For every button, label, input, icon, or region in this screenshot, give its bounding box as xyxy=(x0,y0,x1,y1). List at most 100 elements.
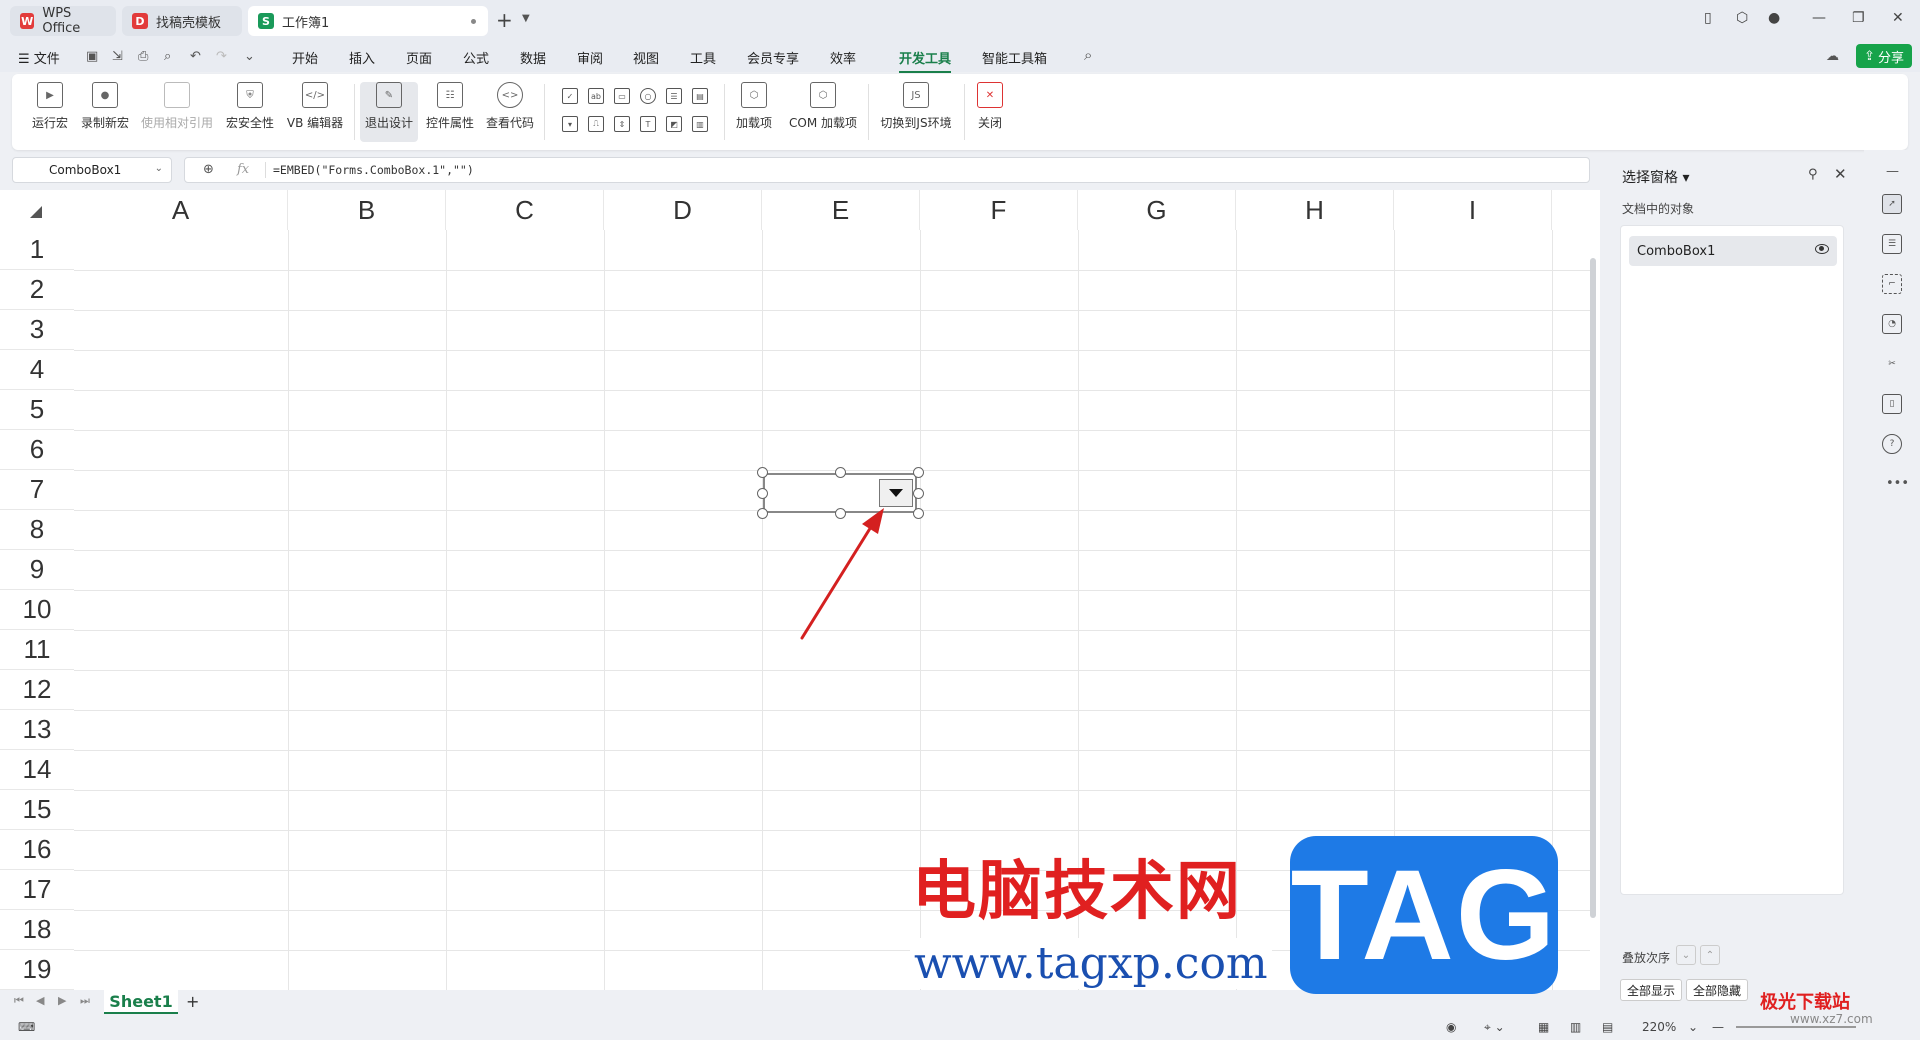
avatar[interactable]: ● xyxy=(1768,10,1780,26)
menu-efficiency[interactable]: 效率 xyxy=(830,48,856,67)
row-header[interactable]: 2 xyxy=(0,270,74,310)
resize-handle[interactable] xyxy=(913,508,924,519)
vertical-scrollbar[interactable] xyxy=(1588,240,1598,980)
menu-member[interactable]: 会员专享 xyxy=(747,48,799,67)
export-icon[interactable]: ⇲ xyxy=(112,49,123,64)
resize-handle[interactable] xyxy=(913,488,924,499)
formula-bar[interactable]: ⊕ fx =EMBED("Forms.ComboBox.1","") xyxy=(184,157,1590,183)
checkbox-control-icon[interactable]: ✓ xyxy=(562,88,578,104)
redo-icon[interactable]: ↷ xyxy=(216,49,227,64)
fx-icon[interactable]: fx xyxy=(237,162,249,177)
row-header[interactable]: 16 xyxy=(0,830,74,870)
macro-status-icon[interactable]: ⌨ xyxy=(18,1020,35,1034)
vb-editor-button[interactable]: </> VB 编辑器 xyxy=(282,82,348,142)
print-icon[interactable]: ⎙ xyxy=(138,49,148,64)
spin-control-icon[interactable]: ⇕ xyxy=(614,116,630,132)
prev-sheet-icon[interactable]: ◀ xyxy=(36,994,44,1007)
menu-tools[interactable]: 工具 xyxy=(690,48,716,67)
layout-icon[interactable]: ▯ xyxy=(1704,10,1712,26)
column-header[interactable]: I xyxy=(1394,190,1552,230)
row-header[interactable]: 17 xyxy=(0,870,74,910)
toggle-control-icon[interactable]: ⎍ xyxy=(588,116,604,132)
row-header[interactable]: 4 xyxy=(0,350,74,390)
menu-view[interactable]: 视图 xyxy=(633,48,659,67)
image-control-icon[interactable]: ◩ xyxy=(666,116,682,132)
chevron-down-icon[interactable]: ⌄ xyxy=(155,163,163,174)
row-header[interactable]: 1 xyxy=(0,230,74,270)
row-header[interactable]: 15 xyxy=(0,790,74,830)
name-box[interactable]: ComboBox1 ⌄ xyxy=(12,157,172,183)
row-header[interactable]: 8 xyxy=(0,510,74,550)
show-all-button[interactable]: 全部显示 xyxy=(1620,979,1683,1001)
first-sheet-icon[interactable]: ⏮ xyxy=(14,994,24,1008)
last-sheet-icon[interactable]: ⏭ xyxy=(80,994,90,1008)
radio-control-icon[interactable]: ○ xyxy=(640,88,656,104)
formula-content[interactable]: =EMBED("Forms.ComboBox.1","") xyxy=(273,163,474,177)
close-window-icon[interactable]: ✕ xyxy=(1892,10,1904,26)
menu-insert[interactable]: 插入 xyxy=(349,48,375,67)
search-icon[interactable]: ⌕ xyxy=(1084,46,1092,64)
row-header[interactable]: 5 xyxy=(0,390,74,430)
textbox-control-icon[interactable]: T xyxy=(640,116,656,132)
menu-formula[interactable]: 公式 xyxy=(463,48,489,67)
chevron-down-icon[interactable]: ▼ xyxy=(522,13,530,24)
resize-handle[interactable] xyxy=(757,467,768,478)
location-icon[interactable]: ⌖ ⌄ xyxy=(1484,1020,1505,1035)
zoom-slider[interactable] xyxy=(1736,1026,1856,1028)
restore-icon[interactable]: ❐ xyxy=(1852,10,1865,26)
column-header[interactable]: B xyxy=(288,190,446,230)
minimize-icon[interactable]: — xyxy=(1812,10,1826,26)
row-header[interactable]: 12 xyxy=(0,670,74,710)
column-header[interactable]: C xyxy=(446,190,604,230)
tab-template[interactable]: D 找稿壳模板 xyxy=(122,6,242,36)
zoom-formula-icon[interactable]: ⊕ xyxy=(203,162,214,177)
more-dropdown-icon[interactable]: ⌄ xyxy=(244,49,255,64)
column-header[interactable]: G xyxy=(1078,190,1236,230)
row-header[interactable]: 13 xyxy=(0,710,74,750)
cube-icon[interactable]: ⬡ xyxy=(1736,10,1748,26)
button-control-icon[interactable]: ▭ xyxy=(614,88,630,104)
menu-page[interactable]: 页面 xyxy=(406,48,432,67)
view-code-button[interactable]: <> 查看代码 xyxy=(482,82,538,142)
menu-file[interactable]: ☰ 文件 xyxy=(18,48,60,67)
row-header[interactable]: 7 xyxy=(0,470,74,510)
adjust-icon[interactable]: ☰ xyxy=(1882,234,1902,254)
menu-data[interactable]: 数据 xyxy=(520,48,546,67)
frame-control-icon[interactable]: ▤ xyxy=(692,88,708,104)
eye-protection-icon[interactable]: ◉ xyxy=(1446,1020,1456,1034)
pointer-select-icon[interactable]: ➚ xyxy=(1882,194,1902,214)
switch-js-button[interactable]: JS 切换到JS环境 xyxy=(874,82,958,142)
row-header[interactable]: 14 xyxy=(0,750,74,790)
close-ribbon-button[interactable]: ✕ 关闭 xyxy=(970,82,1010,142)
crop-icon[interactable]: ⌐ xyxy=(1882,274,1902,294)
scrollbar-control-icon[interactable]: ▥ xyxy=(692,116,708,132)
tab-workbook[interactable]: S 工作簿1 xyxy=(248,6,488,36)
undo-icon[interactable]: ↶ xyxy=(190,49,201,64)
column-header[interactable]: A xyxy=(74,190,288,230)
vertical-scroll-thumb[interactable] xyxy=(1590,258,1596,918)
help-icon[interactable]: ? xyxy=(1882,434,1902,454)
hide-all-button[interactable]: 全部隐藏 xyxy=(1686,979,1749,1001)
sheet-tab-sheet1[interactable]: Sheet1 xyxy=(104,990,178,1014)
macro-security-button[interactable]: ⛨ 宏安全性 xyxy=(222,82,278,142)
row-header[interactable]: 19 xyxy=(0,950,74,990)
menu-review[interactable]: 审阅 xyxy=(577,48,603,67)
menu-smart-toolbox[interactable]: 智能工具箱 xyxy=(982,48,1047,67)
exit-design-button[interactable]: ✎ 退出设计 xyxy=(360,82,418,142)
chevron-down-icon[interactable]: ⌄ xyxy=(1688,1020,1698,1034)
zoom-level[interactable]: 220% xyxy=(1642,1020,1676,1034)
print-preview-icon[interactable]: ⌕ xyxy=(164,49,171,64)
menu-home[interactable]: 开始 xyxy=(292,48,318,67)
add-sheet-button[interactable]: + xyxy=(186,992,199,1011)
save-icon[interactable]: ▣ xyxy=(86,49,98,64)
collapse-icon[interactable]: — xyxy=(1886,164,1899,179)
zoom-out-icon[interactable]: — xyxy=(1712,1020,1724,1034)
row-header[interactable]: 11 xyxy=(0,630,74,670)
com-addins-button[interactable]: ⬡ COM 加载项 xyxy=(784,82,862,142)
resize-handle[interactable] xyxy=(835,467,846,478)
row-header[interactable]: 3 xyxy=(0,310,74,350)
resize-handle[interactable] xyxy=(757,508,768,519)
move-down-icon[interactable]: ⌄ xyxy=(1676,945,1696,965)
normal-view-icon[interactable]: ▦ xyxy=(1538,1020,1549,1034)
label-control-icon[interactable]: ab xyxy=(588,88,604,104)
